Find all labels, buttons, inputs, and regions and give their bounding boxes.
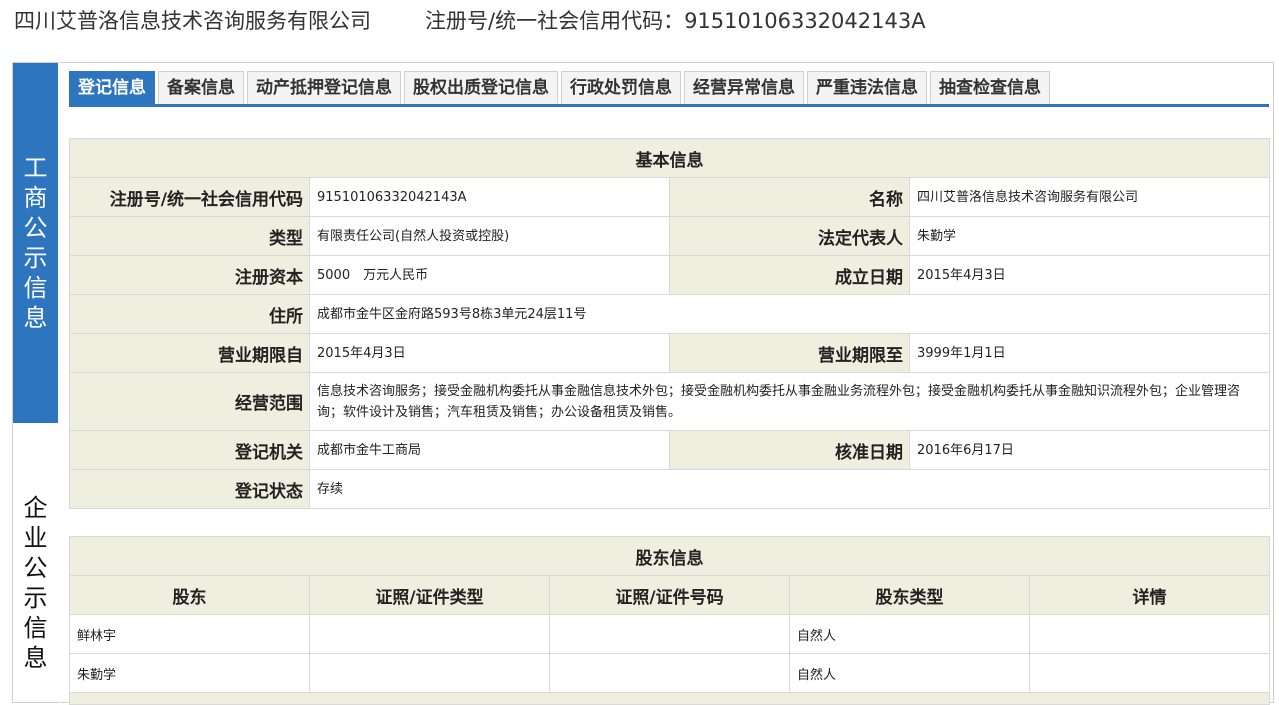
- tab-serious-violation[interactable]: 严重违法信息: [807, 71, 927, 104]
- side-tab-char: 商: [23, 184, 48, 212]
- tab-registration-info[interactable]: 登记信息: [69, 71, 155, 104]
- shareholder-detail[interactable]: [1028, 653, 1271, 693]
- side-tab-char: 息: [23, 304, 48, 332]
- status-value: 存续: [309, 469, 1270, 509]
- side-tab-enterprise-publicity[interactable]: 企 业 公 示 信 息: [13, 425, 58, 703]
- type-value: 有限责任公司(自然人投资或控股): [309, 216, 670, 256]
- tab-chattel-mortgage[interactable]: 动产抵押登记信息: [247, 71, 401, 104]
- side-tab-char: 公: [23, 214, 48, 242]
- side-tab-char: 信: [23, 614, 48, 642]
- shareholder-table: 股东信息 股东 证照/证件类型 证照/证件号码 股东类型 详情 鲜林宇 自然人 …: [68, 536, 1271, 705]
- column-header: 证照/证件号码: [549, 575, 790, 615]
- shareholder-id-no: [549, 614, 790, 654]
- shareholder-detail[interactable]: [1028, 614, 1271, 654]
- page-header: 四川艾普洛信息技术咨询服务有限公司 注册号/统一社会信用代码：9151010633…: [14, 6, 926, 36]
- shareholder-type: 自然人: [789, 614, 1030, 654]
- shareholder-title: 股东信息: [68, 536, 1271, 576]
- column-header: 详情: [1028, 575, 1271, 615]
- approved-label: 核准日期: [669, 430, 910, 470]
- table-row: 鲜林宇 自然人: [69, 614, 1271, 654]
- shareholder-name: 鲜林宇: [69, 614, 310, 654]
- side-tab-char: 示: [23, 584, 48, 612]
- side-tab-char: 企: [23, 494, 48, 522]
- type-label: 类型: [69, 216, 310, 256]
- status-label: 登记状态: [69, 469, 310, 509]
- legal-rep-value: 朱勤学: [909, 216, 1270, 256]
- term-to-value: 3999年1月1日: [909, 333, 1270, 373]
- shareholder-id-type: [309, 653, 550, 693]
- name-value: 四川艾普洛信息技术咨询服务有限公司: [909, 177, 1270, 217]
- capital-value: 5000 万元人民币: [309, 255, 670, 295]
- shareholder-id-type: [309, 614, 550, 654]
- name-label: 名称: [669, 177, 910, 217]
- tab-administrative-penalty[interactable]: 行政处罚信息: [561, 71, 681, 104]
- tab-equity-pledge[interactable]: 股权出质登记信息: [404, 71, 558, 104]
- tab-bar: 登记信息 备案信息 动产抵押登记信息 股权出质登记信息 行政处罚信息 经营异常信…: [69, 71, 1053, 104]
- column-header: 股东类型: [789, 575, 1030, 615]
- table-row: 朱勤学 自然人: [69, 653, 1271, 693]
- tab-abnormal-operation[interactable]: 经营异常信息: [684, 71, 804, 104]
- term-from-value: 2015年4月3日: [309, 333, 670, 373]
- basic-info-title: 基本信息: [69, 138, 1270, 178]
- tab-filing-info[interactable]: 备案信息: [158, 71, 244, 104]
- column-header: 股东: [69, 575, 310, 615]
- reg-no-value: 91510106332042143A: [309, 177, 670, 217]
- side-tab-char: 信: [23, 274, 48, 302]
- basic-info-table: 基本信息 注册号/统一社会信用代码 91510106332042143A 名称 …: [69, 138, 1270, 509]
- side-tab-char: 示: [23, 244, 48, 272]
- address-label: 住所: [69, 294, 310, 334]
- side-tab-business-publicity[interactable]: 工 商 公 示 信 息: [13, 63, 58, 423]
- legal-rep-label: 法定代表人: [669, 216, 910, 256]
- authority-label: 登记机关: [69, 430, 310, 470]
- side-tab-char: 业: [23, 524, 48, 552]
- column-header: 证照/证件类型: [309, 575, 550, 615]
- authority-value: 成都市金牛工商局: [309, 430, 670, 470]
- address-value: 成都市金牛区金府路593号8栋3单元24层11号: [309, 294, 1270, 334]
- company-name-title: 四川艾普洛信息技术咨询服务有限公司: [14, 9, 371, 33]
- established-label: 成立日期: [669, 255, 910, 295]
- shareholder-type: 自然人: [789, 653, 1030, 693]
- scope-label: 经营范围: [69, 372, 310, 431]
- registration-number-title: 注册号/统一社会信用代码：91510106332042143A: [425, 9, 926, 33]
- side-tab-char: 工: [23, 154, 48, 182]
- tab-spot-check[interactable]: 抽查检查信息: [930, 71, 1050, 104]
- capital-label: 注册资本: [69, 255, 310, 295]
- reg-no-label: 注册号/统一社会信用代码: [69, 177, 310, 217]
- shareholder-id-no: [549, 653, 790, 693]
- side-tab-char: 息: [23, 644, 48, 672]
- approved-value: 2016年6月17日: [909, 430, 1270, 470]
- established-value: 2015年4月3日: [909, 255, 1270, 295]
- term-to-label: 营业期限至: [669, 333, 910, 373]
- scope-value: 信息技术咨询服务；接受金融机构委托从事金融信息技术外包；接受金融机构委托从事金融…: [309, 372, 1270, 431]
- term-from-label: 营业期限自: [69, 333, 310, 373]
- shareholder-name: 朱勤学: [69, 653, 310, 693]
- tab-underline: [69, 104, 1269, 107]
- side-tab-char: 公: [23, 554, 48, 582]
